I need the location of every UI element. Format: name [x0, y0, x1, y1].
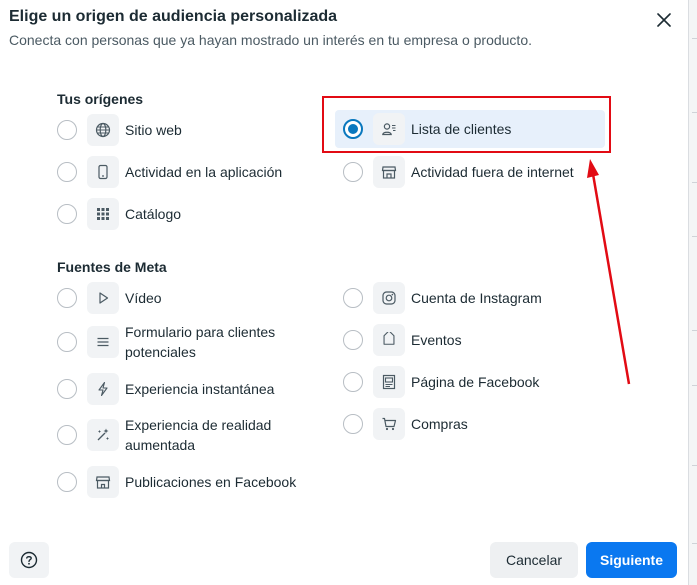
edge-mark: [692, 330, 697, 331]
option-label: Catálogo: [125, 206, 182, 222]
option-label: Experiencia de realidad aumentada: [125, 417, 272, 453]
edge-mark: [692, 182, 697, 183]
option-formulario[interactable]: Formulario para clientes potenciales: [57, 319, 295, 365]
option-publicaciones-facebook[interactable]: Publicaciones en Facebook: [57, 465, 296, 499]
radio-button[interactable]: [57, 204, 77, 224]
option-pagina-facebook[interactable]: Página de Facebook: [343, 365, 539, 399]
option-realidad-aumentada[interactable]: Experiencia de realidad aumentada: [57, 412, 295, 458]
section-title-own: Tus orígenes: [57, 91, 144, 107]
radio-button[interactable]: [57, 425, 77, 445]
option-compras[interactable]: Compras: [343, 407, 468, 441]
option-experiencia-instantanea[interactable]: Experiencia instantánea: [57, 372, 274, 406]
option-label: Cuenta de Instagram: [411, 290, 542, 306]
close-button[interactable]: [653, 9, 675, 31]
option-eventos[interactable]: Eventos: [343, 323, 462, 357]
option-video[interactable]: Vídeo: [57, 281, 162, 315]
option-label: Publicaciones en Facebook: [125, 474, 297, 490]
section-title-meta: Fuentes de Meta: [57, 259, 167, 275]
shop-icon: [87, 466, 119, 498]
arrow-head: [587, 159, 599, 178]
option-label: Compras: [411, 416, 468, 432]
radio-button[interactable]: [57, 332, 77, 352]
lines-icon: [87, 326, 119, 358]
background-page-edge: [688, 0, 697, 585]
edge-mark: [692, 465, 697, 466]
dialog-subtitle: Conecta con personas que ya hayan mostra…: [9, 32, 532, 48]
mobile-phone-icon: [87, 156, 119, 188]
edge-mark: [692, 543, 697, 544]
radio-button[interactable]: [57, 288, 77, 308]
option-label: Experiencia instantánea: [125, 381, 275, 397]
play-icon: [87, 282, 119, 314]
cart-icon: [373, 408, 405, 440]
radio-button[interactable]: [343, 288, 363, 308]
tag-icon: [373, 324, 405, 356]
option-actividad-aplicacion[interactable]: Actividad en la aplicación: [57, 155, 282, 189]
radio-button[interactable]: [343, 372, 363, 392]
edge-mark: [692, 38, 697, 39]
option-actividad-fuera-internet[interactable]: Actividad fuera de internet: [343, 155, 574, 189]
option-cuenta-instagram[interactable]: Cuenta de Instagram: [343, 281, 542, 315]
question-icon: [20, 551, 38, 569]
option-label: Actividad fuera de internet: [411, 164, 574, 180]
radio-button[interactable]: [57, 120, 77, 140]
next-button[interactable]: Siguiente: [586, 542, 677, 578]
cancel-button[interactable]: Cancelar: [490, 542, 578, 578]
option-sitio-web[interactable]: Sitio web: [57, 113, 182, 147]
option-catalogo[interactable]: Catálogo: [57, 197, 181, 231]
page-icon: [373, 366, 405, 398]
arrow-shaft: [591, 173, 631, 385]
annotation-highlight-box: [322, 96, 611, 153]
annotation-arrow: [587, 159, 631, 385]
radio-button[interactable]: [57, 379, 77, 399]
grid-icon: [87, 198, 119, 230]
store-icon: [373, 156, 405, 188]
close-icon: [657, 13, 671, 27]
edge-mark: [692, 236, 697, 237]
lightning-icon: [87, 373, 119, 405]
radio-button[interactable]: [343, 330, 363, 350]
radio-button[interactable]: [57, 472, 77, 492]
globe-icon: [87, 114, 119, 146]
option-label: Actividad en la aplicación: [125, 164, 283, 180]
help-button[interactable]: [9, 542, 49, 578]
option-label: Formulario para clientes potenciales: [125, 324, 276, 360]
edge-mark: [692, 385, 697, 386]
option-label: Vídeo: [125, 290, 162, 306]
radio-button[interactable]: [343, 162, 363, 182]
edge-mark: [692, 112, 697, 113]
option-label: Página de Facebook: [411, 374, 540, 390]
radio-button[interactable]: [343, 414, 363, 434]
sparkle-icon: [87, 419, 119, 451]
option-label: Sitio web: [125, 122, 182, 138]
radio-button[interactable]: [57, 162, 77, 182]
option-label: Eventos: [411, 332, 462, 348]
instagram-icon: [373, 282, 405, 314]
dialog-title: Elige un origen de audiencia personaliza…: [9, 8, 338, 25]
